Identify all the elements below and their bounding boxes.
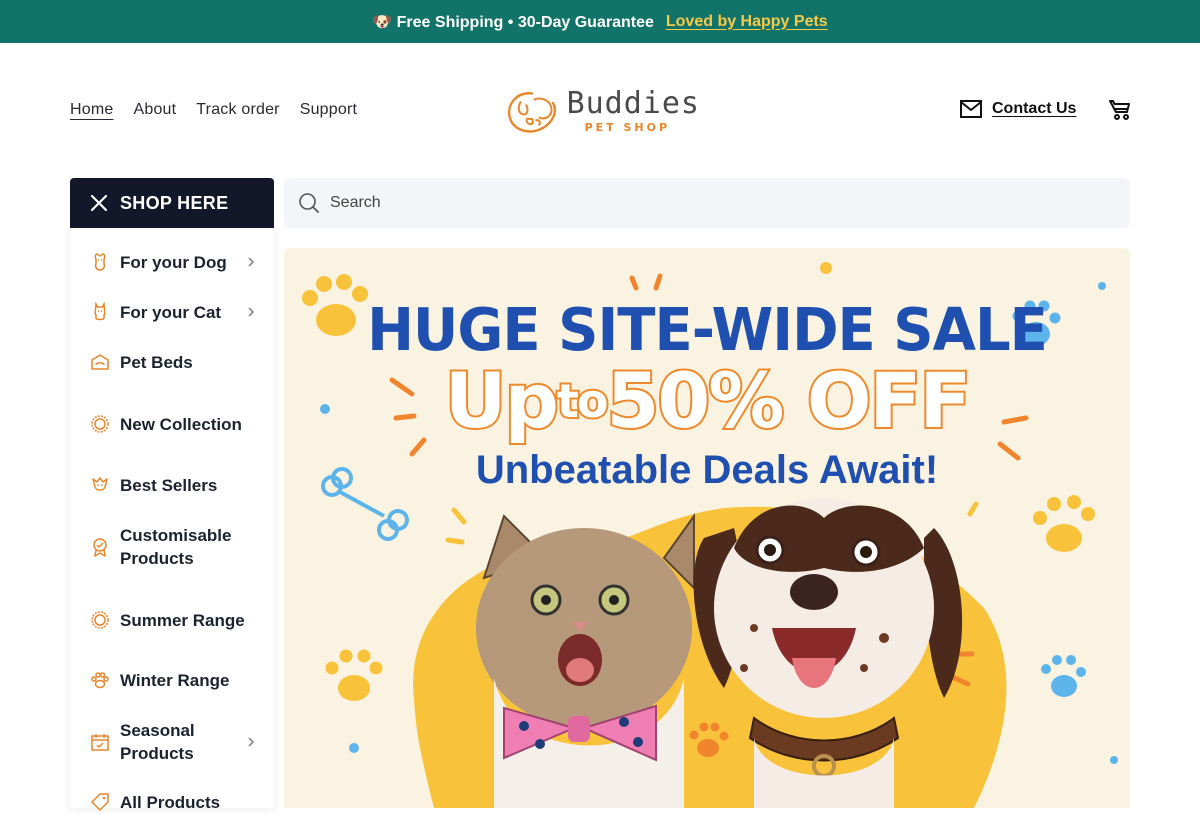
paw-print-icon <box>1033 495 1095 552</box>
tag-icon <box>91 793 109 811</box>
sidebar-item-label: New Collection <box>120 414 242 434</box>
contact-label[interactable]: Contact Us <box>992 100 1076 118</box>
sidebar-item-label: Summer Range <box>120 610 245 630</box>
sidebar-item-new-collection[interactable]: New Collection <box>70 400 274 448</box>
cart-icon[interactable] <box>1108 98 1132 122</box>
search-bar <box>284 178 1130 228</box>
dog-icon <box>94 253 106 271</box>
logo-name: Buddies <box>566 86 700 121</box>
pet-bed-icon <box>91 354 109 370</box>
cat-illustration <box>476 512 695 808</box>
shop-menu-toggle[interactable]: SHOP HERE <box>70 178 274 228</box>
logo[interactable]: Buddies PET SHOP <box>505 81 700 141</box>
hero-offer-to: to <box>555 372 611 430</box>
sidebar-item-label: Best Sellers <box>120 475 218 495</box>
logo-pets-icon <box>507 92 557 133</box>
announcement-link[interactable]: Loved by Happy Pets <box>666 13 828 31</box>
sidebar-item-customisable[interactable]: Customisable Products <box>70 523 274 571</box>
hero-offer: Upto50% OFF <box>284 354 1130 447</box>
site-header: Home About Track order Support Buddies P… <box>0 43 1200 178</box>
close-icon[interactable] <box>90 194 108 212</box>
hero-subtitle: Unbeatable Deals Await! <box>475 448 939 492</box>
sidebar-item-all-products[interactable]: All Products <box>70 790 274 814</box>
sidebar-item-label: For your Dog <box>120 252 227 272</box>
nav-support[interactable]: Support <box>300 101 357 119</box>
paw-print-icon <box>325 649 383 701</box>
sidebar-item-label: Winter Range <box>120 670 230 690</box>
search-icon[interactable] <box>298 192 320 214</box>
hero-banner[interactable]: HUGE SITE-WIDE SALE Upto50% OFF Unbeatab… <box>284 248 1130 808</box>
hero-offer-percent: 50% OFF <box>604 354 973 447</box>
main-nav: Home About Track order Support <box>70 101 357 119</box>
badge-icon <box>91 415 109 433</box>
hero-offer-up: Up <box>443 354 561 447</box>
sidebar-item-seasonal[interactable]: Seasonal Products <box>70 718 274 766</box>
shop-menu-title: SHOP HERE <box>120 192 229 213</box>
chevron-right-icon <box>248 257 255 267</box>
sidebar-item-label: All Products <box>120 792 221 812</box>
sidebar-item-label: Seasonal Products <box>120 721 195 763</box>
nav-about[interactable]: About <box>133 101 176 119</box>
sidebar-item-label: For your Cat <box>120 302 222 322</box>
sidebar-item-summer[interactable]: Summer Range <box>70 596 274 644</box>
calendar-icon <box>91 734 109 751</box>
paw-print-icon <box>1041 655 1086 697</box>
announcement-bar: 🐶 Free Shipping • 30-Day Guarantee Loved… <box>0 0 1200 43</box>
paw-icon <box>91 672 109 689</box>
sidebar-item-label: Customisable Products <box>120 526 232 568</box>
chevron-right-icon <box>248 737 255 747</box>
announcement-text: 🐶 Free Shipping • 30-Day Guarantee <box>372 13 654 31</box>
cat-icon <box>94 302 106 321</box>
sidebar-item-winter[interactable]: Winter Range <box>70 668 274 692</box>
nav-track-order[interactable]: Track order <box>196 101 279 119</box>
hero-title: HUGE SITE-WIDE SALE <box>367 296 1048 365</box>
sidebar-item-label: Pet Beds <box>120 352 193 372</box>
sidebar-item-dog[interactable]: For your Dog <box>70 250 274 274</box>
trophy-dog-icon <box>92 477 108 491</box>
sidebar-item-best-sellers[interactable]: Best Sellers <box>70 473 274 497</box>
ribbon-icon <box>93 538 107 557</box>
category-sidebar: For your Dog For your Cat Pet Beds New C… <box>70 228 274 812</box>
chevron-right-icon <box>248 307 255 317</box>
logo-subtitle: PET SHOP <box>584 121 671 134</box>
search-input[interactable] <box>330 194 1110 212</box>
sidebar-item-pet-beds[interactable]: Pet Beds <box>70 350 274 374</box>
nav-home[interactable]: Home <box>70 101 113 119</box>
contact-link[interactable]: Contact Us <box>960 100 1076 118</box>
sun-icon <box>91 611 109 629</box>
sidebar-item-cat[interactable]: For your Cat <box>70 300 274 324</box>
mail-icon <box>960 100 982 118</box>
